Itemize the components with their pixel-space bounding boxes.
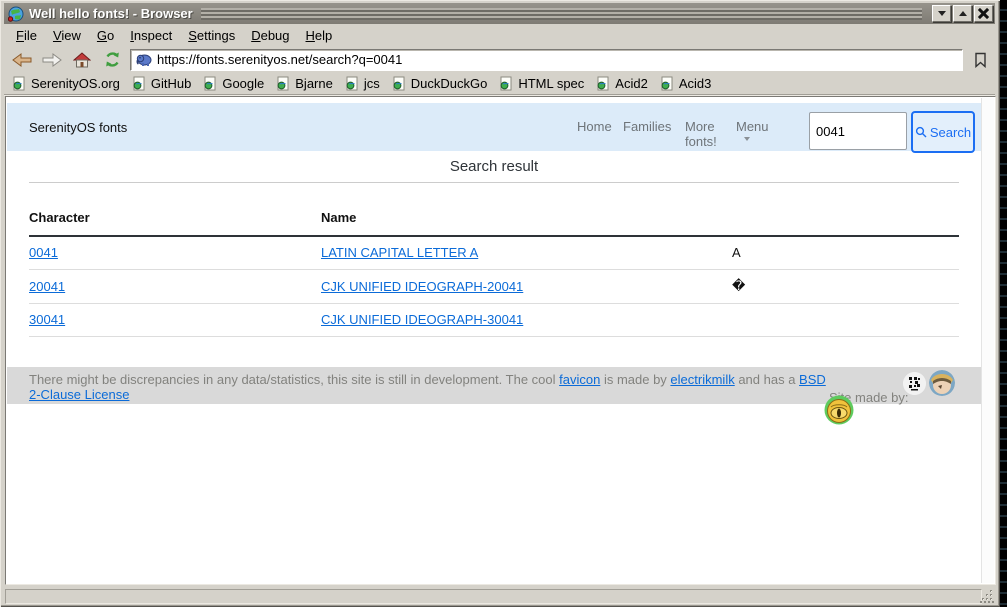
window-title: Well hello fonts! - Browser [29,6,193,21]
name-link[interactable]: LATIN CAPITAL LETTER A [321,245,478,260]
glyph-preview [732,304,959,337]
column-header-glyph [732,210,959,236]
bookmark-google[interactable]: Google [203,76,264,91]
column-header-character: Character [29,210,321,236]
bookmark-bjarne[interactable]: Bjarne [276,76,333,91]
url-text[interactable]: https://fonts.serenityos.net/search?q=00… [157,52,402,67]
bookmark-page-icon [660,76,674,91]
site-header: SerenityOS fonts Home Families More font… [7,103,981,151]
character-link[interactable]: 20041 [29,279,65,294]
divider [29,182,959,183]
chevron-down-icon [744,137,750,144]
character-link[interactable]: 0041 [29,245,58,260]
column-header-name: Name [321,210,732,236]
author-avatar-portrait[interactable] [929,370,955,396]
bookmark-page-icon [276,76,290,91]
nav-link-more-fonts[interactable]: More fonts! [685,119,729,149]
desktop: Well hello fonts! - Browser File View Go… [0,0,1007,607]
site-title: SerenityOS fonts [29,120,127,135]
table-row: 30041 CJK UNIFIED IDEOGRAPH-30041 [29,304,959,337]
titlebar-stripes [201,8,922,20]
bookmark-acid3[interactable]: Acid3 [660,76,712,91]
desktop-background-strip [1000,0,1007,607]
minimize-button[interactable] [932,5,951,22]
web-page: SerenityOS fonts Home Families More font… [7,98,981,583]
menu-settings[interactable]: Settings [180,27,243,44]
portrait-avatar-icon [929,370,955,396]
status-bar [5,589,982,604]
page-footer: There might be discrepancies in any data… [7,367,981,404]
name-link[interactable]: CJK UNIFIED IDEOGRAPH-30041 [321,312,523,327]
favicon-link[interactable]: favicon [559,372,600,387]
bookmark-duckduckgo[interactable]: DuckDuckGo [392,76,488,91]
browser-window: Well hello fonts! - Browser File View Go… [0,0,1000,607]
close-button[interactable] [974,5,993,22]
bookmark-page-icon [499,76,513,91]
name-link[interactable]: CJK UNIFIED IDEOGRAPH-20041 [321,279,523,294]
url-bar[interactable]: https://fonts.serenityos.net/search?q=00… [130,49,963,71]
page-title: Search result [7,158,981,175]
close-icon [978,8,989,19]
reload-icon [104,51,121,68]
nav-link-families[interactable]: Families [623,119,671,134]
footer-disclaimer: There might be discrepancies in any data… [29,372,835,402]
menu-view[interactable]: View [45,27,89,44]
table-header-row: Character Name [29,210,959,236]
bookmark-page-icon [132,76,146,91]
back-icon [12,53,32,67]
back-button[interactable] [10,49,34,71]
table-row: 20041 CJK UNIFIED IDEOGRAPH-20041 � [29,270,959,304]
table-row: 0041 LATIN CAPITAL LETTER A A [29,236,959,270]
add-bookmark-button[interactable] [969,49,991,71]
character-link[interactable]: 30041 [29,312,65,327]
bookmark-page-icon [392,76,406,91]
menu-file[interactable]: File [8,27,45,44]
author-avatar-yellow[interactable] [824,395,854,425]
bookmarks-bar: SerenityOS.org GitHub Google Bjarne jcs … [4,73,995,93]
nav-link-menu[interactable]: Menu [736,119,769,134]
search-results-table: Character Name 0041 LATIN CAPITAL LETTER… [29,210,959,337]
yellow-avatar-icon [824,395,854,425]
search-input[interactable] [809,112,907,150]
home-icon [73,52,91,68]
bookmark-page-icon [345,76,359,91]
bookmark-page-icon [12,76,26,91]
browser-globe-icon [8,6,24,22]
site-favicon-elephant-icon [136,53,152,67]
menu-inspect[interactable]: Inspect [122,27,180,44]
glyph-preview: � [732,270,959,304]
forward-button[interactable] [40,49,64,71]
menubar: File View Go Inspect Settings Debug Help [4,26,995,45]
menu-help[interactable]: Help [298,27,341,44]
bookmark-jcs[interactable]: jcs [345,76,380,91]
bookmark-acid2[interactable]: Acid2 [596,76,648,91]
forward-icon [42,53,62,67]
bookmark-icon [974,52,987,68]
author-avatar-qr[interactable] [903,372,926,395]
bookmark-github[interactable]: GitHub [132,76,191,91]
electrikmilk-link[interactable]: electrikmilk [670,372,734,387]
bookmark-page-icon [596,76,610,91]
bookmark-page-icon [203,76,217,91]
menu-debug[interactable]: Debug [243,27,297,44]
maximize-button[interactable] [953,5,972,22]
search-button[interactable]: Search [911,111,975,153]
menu-go[interactable]: Go [89,27,122,44]
bookmark-serenityos-org[interactable]: SerenityOS.org [12,76,120,91]
maximize-icon [959,7,967,16]
glyph-preview: A [732,236,959,270]
minimize-icon [938,11,946,20]
titlebar[interactable]: Well hello fonts! - Browser [4,3,995,24]
search-icon [915,126,927,138]
bookmark-html-spec[interactable]: HTML spec [499,76,584,91]
browser-viewport: SerenityOS fonts Home Families More font… [5,96,996,585]
reload-button[interactable] [100,49,124,71]
search-button-label: Search [930,125,971,140]
home-button[interactable] [70,49,94,71]
qr-avatar-icon [903,372,926,395]
nav-link-home[interactable]: Home [577,119,612,134]
navigation-toolbar: https://fonts.serenityos.net/search?q=00… [4,46,995,73]
vertical-scrollbar[interactable] [981,98,994,583]
resize-grip[interactable] [979,589,994,604]
